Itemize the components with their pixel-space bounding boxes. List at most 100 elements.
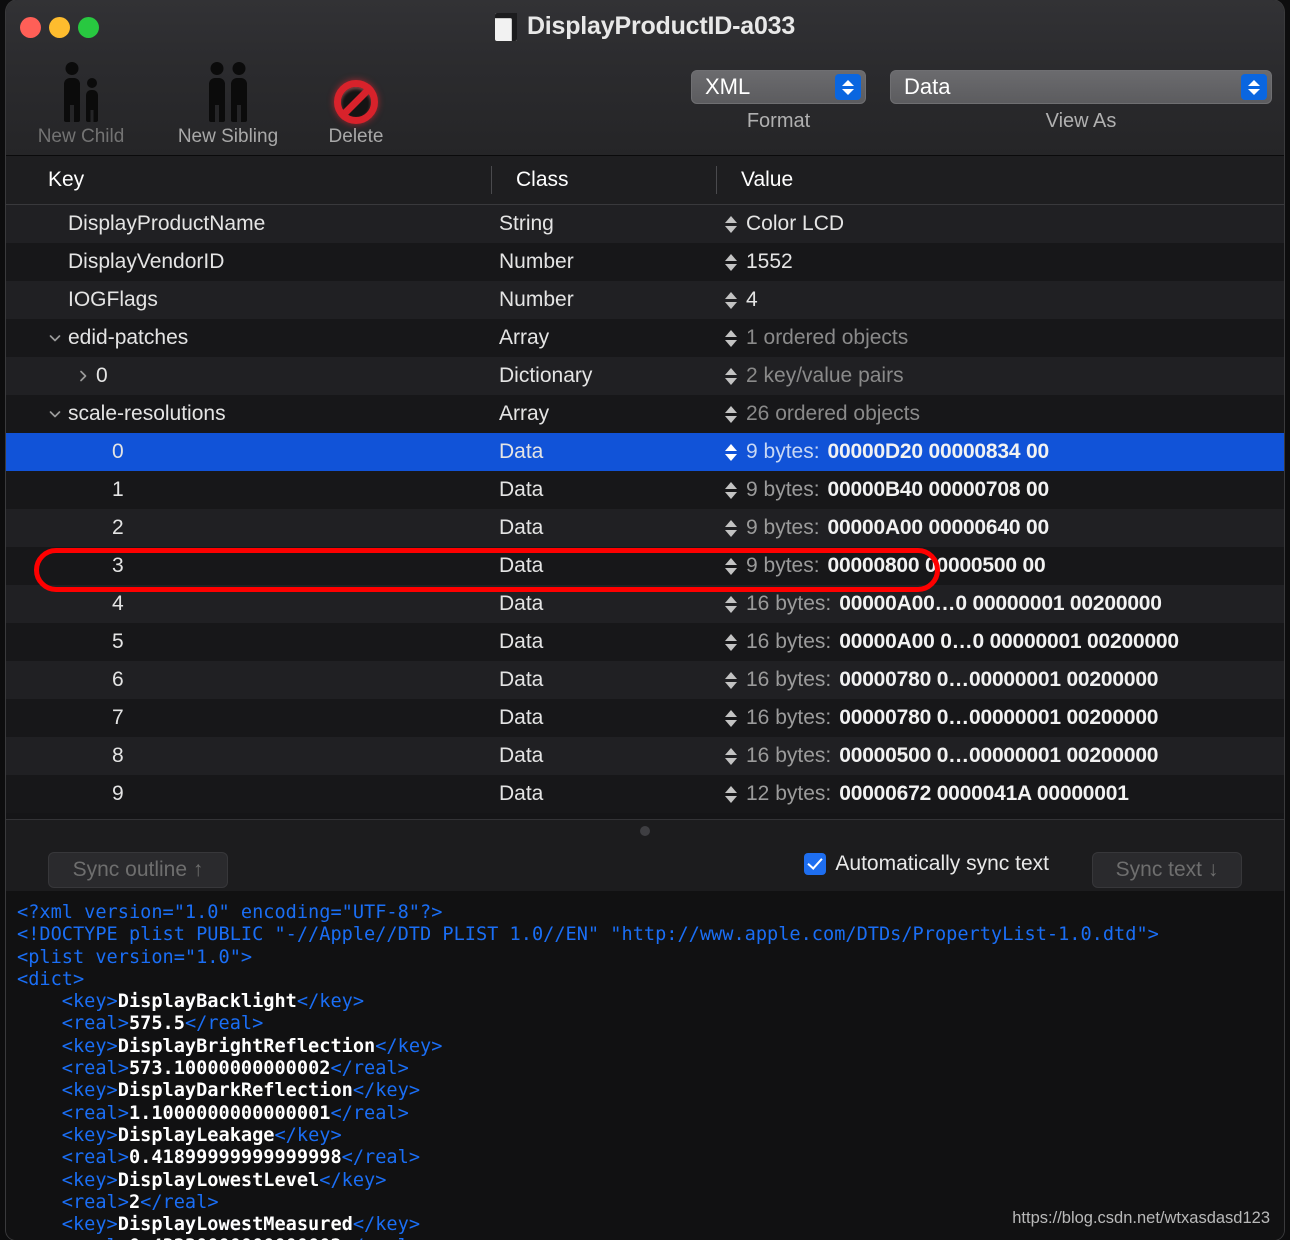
table-row[interactable]: 0 Data 9 bytes: 00000D20 00000834 00 <box>6 433 1284 471</box>
table-row[interactable]: DisplayVendorID Number 1552 <box>6 243 1284 281</box>
chevron-down-icon[interactable] <box>42 325 68 351</box>
row-key-cell[interactable]: 1 <box>6 478 491 502</box>
chevron-right-icon[interactable] <box>70 363 96 389</box>
row-key-cell[interactable]: 7 <box>6 706 491 730</box>
column-header-key[interactable]: Key <box>6 168 491 192</box>
table-row[interactable]: 9 Data 12 bytes: 00000672 0000041A 00000001 <box>6 775 1284 813</box>
row-class-cell[interactable]: Data <box>491 516 716 540</box>
row-class-cell[interactable]: Number <box>491 250 716 274</box>
row-value-cell[interactable]: 2 key/value pairs <box>716 364 1284 388</box>
row-class-cell[interactable]: Data <box>491 554 716 578</box>
row-class-cell[interactable]: Data <box>491 592 716 616</box>
row-class-cell[interactable]: Data <box>491 478 716 502</box>
chevron-down-icon[interactable] <box>42 401 68 427</box>
row-key-cell[interactable]: 5 <box>6 630 491 654</box>
table-row[interactable]: IOGFlags Number 4 <box>6 281 1284 319</box>
row-key-cell[interactable]: DisplayVendorID <box>6 250 491 274</box>
row-value-cell[interactable]: 9 bytes: 00000B40 00000708 00 <box>716 478 1284 502</box>
delete-button[interactable]: Delete <box>281 66 431 148</box>
stepper-updown-icon[interactable] <box>724 783 738 805</box>
row-value-cell[interactable]: 16 bytes: 00000780 0…00000001 00200000 <box>716 706 1284 730</box>
row-class-cell[interactable]: Data <box>491 440 716 464</box>
stepper-updown-icon[interactable] <box>724 593 738 615</box>
table-row[interactable]: 3 Data 9 bytes: 00000800 00000500 00 <box>6 547 1284 585</box>
sync-text-button[interactable]: Sync text ↓ <box>1092 852 1242 888</box>
stepper-updown-icon[interactable] <box>724 441 738 463</box>
table-row[interactable]: 1 Data 9 bytes: 00000B40 00000708 00 <box>6 471 1284 509</box>
row-class-cell[interactable]: String <box>491 212 716 236</box>
chevron-updown-icon[interactable] <box>835 74 861 100</box>
row-key-cell[interactable]: 4 <box>6 592 491 616</box>
row-key-cell[interactable]: DisplayProductName <box>6 212 491 236</box>
row-class-cell[interactable]: Data <box>491 744 716 768</box>
column-header-value[interactable]: Value <box>716 166 1284 194</box>
row-value-cell[interactable]: 9 bytes: 00000A00 00000640 00 <box>716 516 1284 540</box>
row-class-label: Array <box>499 402 550 425</box>
chevron-updown-icon[interactable] <box>1241 74 1267 100</box>
row-value-cell[interactable]: 26 ordered objects <box>716 402 1284 426</box>
table-row[interactable]: 6 Data 16 bytes: 00000780 0…00000001 002000… <box>6 661 1284 699</box>
splitter-grip[interactable] <box>640 826 650 836</box>
table-row[interactable]: 0 Dictionary 2 key/value pairs <box>6 357 1284 395</box>
stepper-updown-icon[interactable] <box>724 517 738 539</box>
row-value-cell[interactable]: 9 bytes: 00000800 00000500 00 <box>716 554 1284 578</box>
stepper-updown-icon[interactable] <box>724 365 738 387</box>
sync-outline-button[interactable]: Sync outline ↑ <box>48 852 228 888</box>
table-row[interactable]: DisplayProductName String Color LCD <box>6 205 1284 243</box>
table-row[interactable]: 5 Data 16 bytes: 00000A00 0…0 00000001 0020… <box>6 623 1284 661</box>
stepper-updown-icon[interactable] <box>724 251 738 273</box>
stepper-updown-icon[interactable] <box>724 479 738 501</box>
row-class-cell[interactable]: Array <box>491 402 716 426</box>
row-value-cell[interactable]: 1552 <box>716 250 1284 274</box>
row-key-cell[interactable]: scale-resolutions <box>6 401 491 427</box>
stepper-updown-icon[interactable] <box>724 745 738 767</box>
row-class-cell[interactable]: Array <box>491 326 716 350</box>
stepper-updown-icon[interactable] <box>724 707 738 729</box>
format-popup[interactable]: XML <box>691 70 866 104</box>
stepper-updown-icon[interactable] <box>724 213 738 235</box>
row-class-cell[interactable]: Data <box>491 668 716 692</box>
row-key-label: 8 <box>112 744 124 767</box>
row-value-cell[interactable]: 9 bytes: 00000D20 00000834 00 <box>716 440 1284 464</box>
row-value-cell[interactable]: 16 bytes: 00000780 0…00000001 00200000 <box>716 668 1284 692</box>
row-value-cell[interactable]: 1 ordered objects <box>716 326 1284 350</box>
table-row[interactable]: scale-resolutions Array 26 ordered objects <box>6 395 1284 433</box>
row-key-cell[interactable]: 6 <box>6 668 491 692</box>
table-row[interactable]: 7 Data 16 bytes: 00000780 0…00000001 002000… <box>6 699 1284 737</box>
table-row[interactable]: 2 Data 9 bytes: 00000A00 00000640 00 <box>6 509 1284 547</box>
row-key-cell[interactable]: 8 <box>6 744 491 768</box>
view-as-popup[interactable]: Data <box>890 70 1272 104</box>
row-value-cell[interactable]: 16 bytes: 00000A00 0…0 00000001 00200000 <box>716 630 1284 654</box>
row-key-cell[interactable]: 3 <box>6 554 491 578</box>
stepper-updown-icon[interactable] <box>724 669 738 691</box>
row-value-cell[interactable]: 16 bytes: 00000500 0…00000001 00200000 <box>716 744 1284 768</box>
row-class-cell[interactable]: Data <box>491 782 716 806</box>
row-key-cell[interactable]: edid-patches <box>6 325 491 351</box>
row-value-cell[interactable]: 4 <box>716 288 1284 312</box>
row-class-cell[interactable]: Data <box>491 706 716 730</box>
stepper-updown-icon[interactable] <box>724 403 738 425</box>
table-row[interactable]: 8 Data 16 bytes: 00000500 0…00000001 002000… <box>6 737 1284 775</box>
row-class-cell[interactable]: Dictionary <box>491 364 716 388</box>
stepper-updown-icon[interactable] <box>724 631 738 653</box>
row-key-cell[interactable]: IOGFlags <box>6 288 491 312</box>
stepper-updown-icon[interactable] <box>724 327 738 349</box>
stepper-updown-icon[interactable] <box>724 555 738 577</box>
row-key-cell[interactable]: 9 <box>6 782 491 806</box>
row-key-cell[interactable]: 2 <box>6 516 491 540</box>
table-row[interactable]: edid-patches Array 1 ordered objects <box>6 319 1284 357</box>
column-header-class[interactable]: Class <box>491 166 716 194</box>
new-child-button[interactable]: New Child <box>6 62 156 148</box>
stepper-updown-icon[interactable] <box>724 289 738 311</box>
row-class-cell[interactable]: Number <box>491 288 716 312</box>
row-class-cell[interactable]: Data <box>491 630 716 654</box>
row-value-cell[interactable]: Color LCD <box>716 212 1284 236</box>
xml-source-textarea[interactable]: <?xml version="1.0" encoding="UTF-8"?> <… <box>6 891 1284 1240</box>
row-value-cell[interactable]: 16 bytes: 00000A00…0 00000001 00200000 <box>716 592 1284 616</box>
checkbox-icon[interactable] <box>804 853 827 875</box>
auto-sync-text-checkbox-group[interactable]: Automatically sync text <box>804 852 1049 876</box>
row-value-cell[interactable]: 12 bytes: 00000672 0000041A 00000001 <box>716 782 1284 806</box>
table-row[interactable]: 4 Data 16 bytes: 00000A00…0 00000001 002000… <box>6 585 1284 623</box>
row-key-cell[interactable]: 0 <box>6 363 491 389</box>
row-key-cell[interactable]: 0 <box>6 440 491 464</box>
